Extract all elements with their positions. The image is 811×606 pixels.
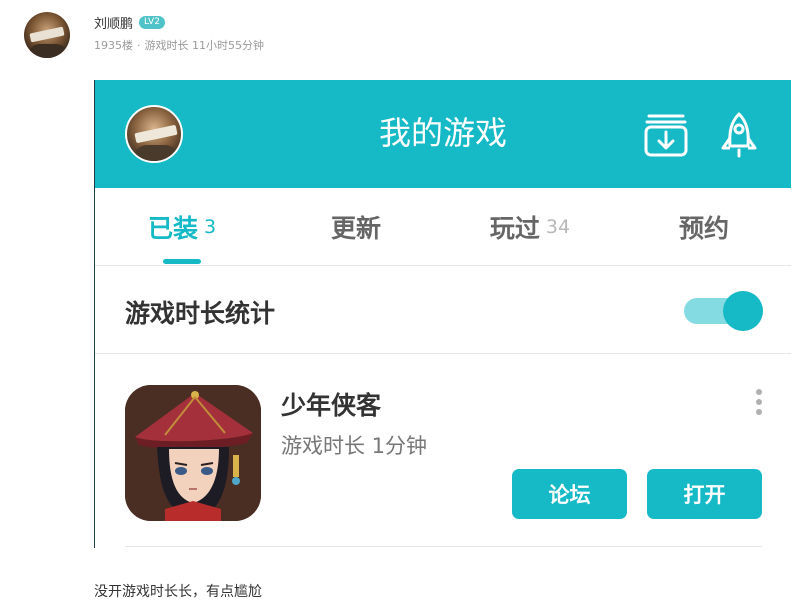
tab-installed[interactable]: 已装 3 xyxy=(95,188,269,265)
floor-number: 1935楼 xyxy=(94,39,133,52)
playtime-meta: 游戏时长 11小时55分钟 xyxy=(144,39,265,52)
app-screenshot: 我的游戏 已装 3 更新 玩过 34 预约 游戏时长统计 少年侠客 游戏时长 1… xyxy=(94,80,791,548)
tab-updates[interactable]: 更新 xyxy=(269,188,443,265)
game-icon[interactable] xyxy=(125,385,261,521)
playtime-stats-label: 游戏时长统计 xyxy=(125,299,276,328)
playtime-stats-toggle[interactable] xyxy=(684,291,763,331)
meta-separator: · xyxy=(137,39,141,52)
tab-bar: 已装 3 更新 玩过 34 预约 xyxy=(95,188,791,266)
post-user-info: 刘顺鹏 LV2 xyxy=(94,13,165,32)
tab-label: 更新 xyxy=(330,213,381,243)
download-box-icon[interactable] xyxy=(643,112,689,158)
post-meta: 1935楼 · 游戏时长 11小时55分钟 xyxy=(94,37,264,53)
forum-button[interactable]: 论坛 xyxy=(512,469,627,519)
game-title[interactable]: 少年侠客 xyxy=(281,386,381,422)
active-tab-indicator xyxy=(163,259,201,264)
tab-played[interactable]: 玩过 34 xyxy=(443,188,617,265)
comment-text: 没开游戏时长长，有点尴尬 xyxy=(94,584,262,600)
divider xyxy=(125,546,762,547)
playtime-stats-row: 游戏时长统计 xyxy=(95,267,791,354)
tab-count: 34 xyxy=(545,215,571,238)
rocket-icon[interactable] xyxy=(719,112,759,158)
level-badge: LV2 xyxy=(139,16,165,29)
game-playtime: 游戏时长 1分钟 xyxy=(281,434,428,458)
tab-count: 3 xyxy=(203,215,217,238)
tab-reserved[interactable]: 预约 xyxy=(617,188,791,265)
tab-label: 预约 xyxy=(678,213,729,243)
open-button[interactable]: 打开 xyxy=(647,469,762,519)
username[interactable]: 刘顺鹏 xyxy=(94,13,133,32)
tab-label: 已装 xyxy=(147,213,198,243)
user-avatar[interactable] xyxy=(24,12,70,58)
more-options-icon[interactable] xyxy=(751,388,767,418)
app-header: 我的游戏 xyxy=(95,80,791,188)
tab-label: 玩过 xyxy=(489,213,540,243)
